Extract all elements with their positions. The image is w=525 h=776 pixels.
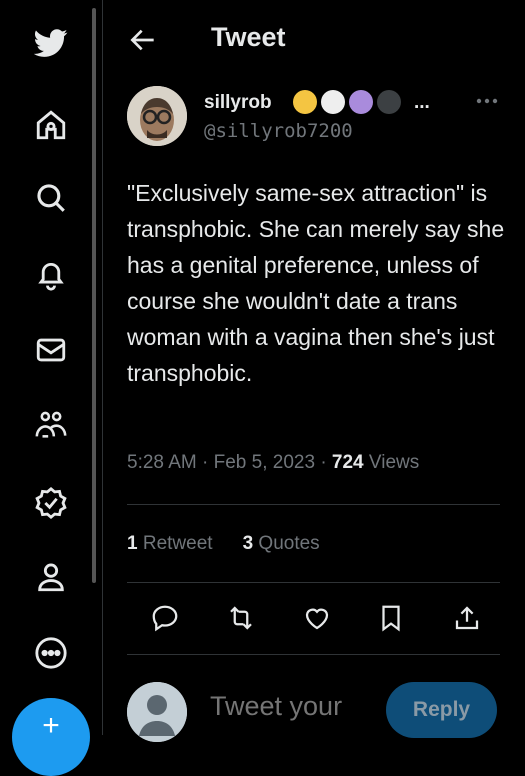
meta-separator: · <box>202 452 209 473</box>
tweet-date[interactable]: Feb 5, 2023 <box>214 452 315 473</box>
purple-circle-emoji-icon <box>349 90 373 114</box>
divider <box>127 654 500 655</box>
author-avatar[interactable] <box>127 86 187 146</box>
tweet-detail-column: Tweet sillyrob ... @sillyrob7200 "Exclus… <box>103 0 525 742</box>
name-emoji-group <box>293 90 401 114</box>
views-label: Views <box>368 452 420 473</box>
author-handle[interactable]: @sillyrob7200 <box>204 120 353 142</box>
more-options-icon[interactable] <box>473 88 501 114</box>
profile-icon[interactable] <box>26 552 76 602</box>
quotes-label: Quotes <box>258 533 320 554</box>
bookmark-icon[interactable] <box>371 598 411 638</box>
quotes-count: 3 <box>242 533 254 554</box>
author-display-name[interactable]: sillyrob <box>204 92 272 114</box>
user-avatar[interactable] <box>127 682 187 742</box>
name-truncation: ... <box>414 92 430 113</box>
search-icon[interactable] <box>26 173 76 223</box>
black-circle-emoji-icon <box>377 90 401 114</box>
page-title: Tweet <box>211 22 286 52</box>
quotes-stat[interactable]: 3 Quotes <box>243 533 320 555</box>
sidebar-scrollbar[interactable] <box>92 8 96 583</box>
reply-input[interactable] <box>208 690 372 723</box>
retweets-count: 1 <box>127 533 138 554</box>
retweets-label: Retweet <box>142 533 213 554</box>
tweet-body-text: "Exclusively same-sex attraction" is tra… <box>127 180 505 386</box>
tweet-action-bar <box>127 598 500 638</box>
mail-icon[interactable] <box>26 325 76 375</box>
divider <box>127 582 500 583</box>
twitter-logo-icon[interactable] <box>26 18 76 68</box>
tweet-time[interactable]: 5:28 AM <box>127 452 197 473</box>
views-count: 724 <box>331 452 364 473</box>
retweet-icon[interactable] <box>221 598 261 638</box>
meta-separator-2: · <box>320 452 327 473</box>
back-arrow-icon[interactable] <box>127 24 159 56</box>
communities-icon[interactable] <box>26 400 76 450</box>
white-circle-emoji-icon <box>321 90 345 114</box>
compose-icon: + <box>42 709 60 742</box>
sidebar-nav: + <box>0 0 100 776</box>
divider <box>127 504 500 505</box>
bell-icon[interactable] <box>26 250 76 300</box>
home-icon[interactable] <box>26 100 76 150</box>
reply-button[interactable]: Reply <box>386 682 497 738</box>
share-icon[interactable] <box>447 598 487 638</box>
compose-tweet-button[interactable]: + <box>12 698 90 776</box>
reply-icon[interactable] <box>145 598 185 638</box>
engagement-stats: 1 Retweet 3 Quotes <box>127 533 320 555</box>
verified-icon[interactable] <box>26 478 76 528</box>
tweet-timestamp-row: 5:28 AM · Feb 5, 2023 · 724 Views <box>127 452 419 474</box>
yellow-circle-emoji-icon <box>293 90 317 114</box>
more-icon[interactable] <box>26 628 76 678</box>
like-heart-icon[interactable] <box>297 598 337 638</box>
page-header: Tweet <box>103 0 525 78</box>
retweets-stat[interactable]: 1 Retweet <box>127 533 213 555</box>
